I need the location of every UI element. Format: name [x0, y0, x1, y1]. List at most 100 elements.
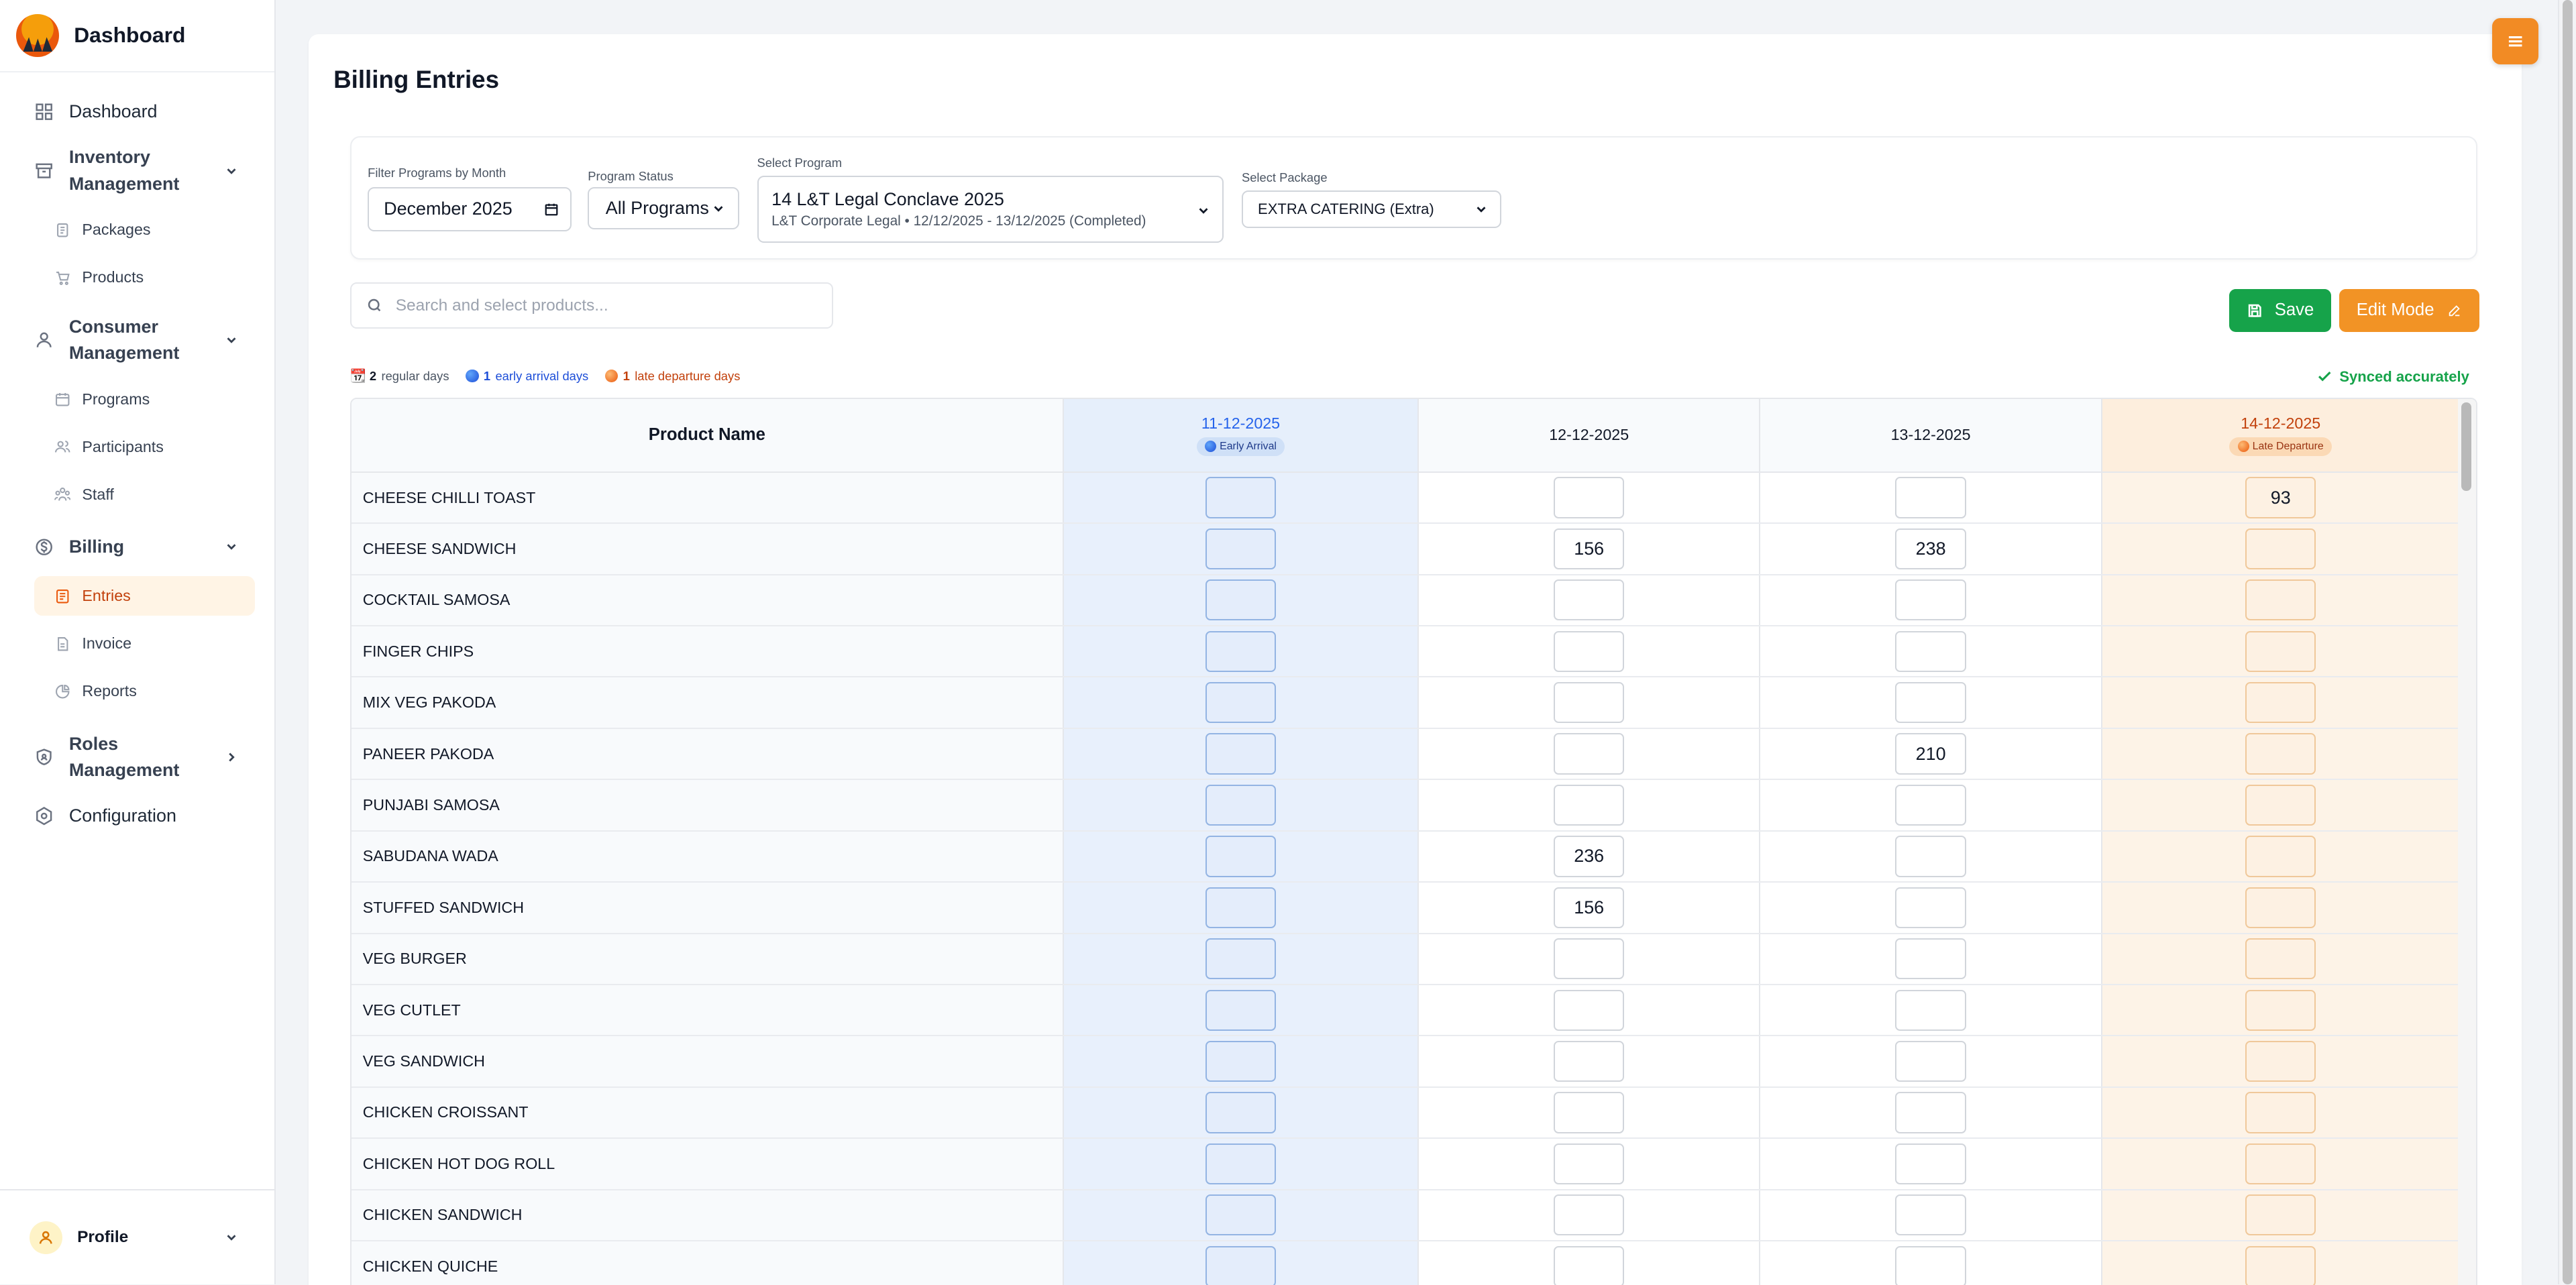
- quantity-input[interactable]: [1554, 630, 1625, 672]
- quantity-input[interactable]: [1895, 477, 1966, 518]
- menu-button[interactable]: [2492, 17, 2538, 64]
- quantity-input[interactable]: [1895, 630, 1966, 672]
- quantity-input[interactable]: [1205, 682, 1277, 724]
- quantity-input[interactable]: [2245, 682, 2316, 724]
- calendar-icon[interactable]: [544, 202, 559, 217]
- quantity-input[interactable]: [1205, 1092, 1277, 1133]
- quantity-input[interactable]: [1205, 1040, 1277, 1082]
- quantity-input[interactable]: [1895, 1092, 1966, 1133]
- quantity-input[interactable]: [1205, 579, 1277, 621]
- quantity-input[interactable]: [1895, 1194, 1966, 1236]
- sidebar-item-staff[interactable]: Staff: [34, 475, 255, 514]
- quantity-input[interactable]: 156: [1554, 887, 1625, 928]
- month-filter-input[interactable]: December 2025: [368, 186, 572, 231]
- sidebar-group-roles[interactable]: Roles Management: [0, 731, 274, 783]
- quantity-input[interactable]: [1554, 938, 1625, 980]
- quantity-input[interactable]: [2245, 1040, 2316, 1082]
- quantity-input[interactable]: [1205, 630, 1277, 672]
- table-row: VEG CUTLET: [351, 985, 2477, 1037]
- quantity-input[interactable]: [2245, 1245, 2316, 1285]
- sidebar-group-consumer[interactable]: Consumer Management: [0, 314, 274, 366]
- product-name: CHICKEN QUICHE: [351, 1241, 1063, 1285]
- package-select[interactable]: EXTRA CATERING (Extra): [1241, 190, 1501, 228]
- quantity-input[interactable]: [1554, 733, 1625, 775]
- quantity-input[interactable]: [1895, 836, 1966, 877]
- quantity-input[interactable]: [1895, 1245, 1966, 1285]
- quantity-input[interactable]: [1554, 1040, 1625, 1082]
- profile-menu[interactable]: Profile: [0, 1189, 275, 1284]
- quantity-input[interactable]: [2245, 733, 2316, 775]
- quantity-input[interactable]: [1205, 887, 1277, 928]
- quantity-input[interactable]: [2245, 887, 2316, 928]
- search-input[interactable]: [395, 296, 806, 315]
- quantity-input[interactable]: [1895, 887, 1966, 928]
- product-search[interactable]: [350, 282, 833, 329]
- sidebar-item-invoice[interactable]: Invoice: [34, 624, 255, 663]
- sidebar-item-entries[interactable]: Entries: [34, 576, 256, 616]
- quantity-input[interactable]: [1554, 682, 1625, 724]
- quantity-input[interactable]: [1205, 528, 1277, 570]
- quantity-input[interactable]: [1205, 733, 1277, 775]
- quantity-input[interactable]: [1895, 1143, 1966, 1184]
- quantity-input[interactable]: [1205, 1143, 1277, 1184]
- quantity-input[interactable]: [2245, 784, 2316, 826]
- table-scrollbar[interactable]: [2458, 398, 2477, 1285]
- quantity-input[interactable]: [1554, 989, 1625, 1031]
- quantity-input[interactable]: [1205, 836, 1277, 877]
- sidebar-item-products[interactable]: Products: [34, 258, 255, 297]
- quantity-input[interactable]: 238: [1895, 528, 1966, 570]
- quantity-input[interactable]: [2245, 579, 2316, 621]
- quantity-input[interactable]: [2245, 528, 2316, 570]
- sidebar-group-billing[interactable]: Billing: [0, 530, 274, 563]
- sidebar-item-configuration[interactable]: Configuration: [0, 797, 274, 836]
- quantity-input[interactable]: [1554, 784, 1625, 826]
- quantity-input[interactable]: [1895, 579, 1966, 621]
- quantity-input[interactable]: [2245, 1143, 2316, 1184]
- quantity-input[interactable]: 93: [2245, 477, 2316, 518]
- status-select[interactable]: All Programs: [588, 186, 739, 230]
- quantity-input[interactable]: [1895, 938, 1966, 980]
- app-title: Dashboard: [74, 23, 186, 48]
- quantity-input[interactable]: [1895, 682, 1966, 724]
- quantity-input[interactable]: [1895, 1040, 1966, 1082]
- quantity-input[interactable]: [1895, 784, 1966, 826]
- quantity-input[interactable]: [1554, 1143, 1625, 1184]
- quantity-input[interactable]: [2245, 1194, 2316, 1236]
- page-scrollbar[interactable]: [2558, 0, 2576, 1285]
- program-select[interactable]: 14 L&T Legal Conclave 2025 L&T Corporate…: [757, 175, 1224, 243]
- sidebar-group-inventory[interactable]: Inventory Management: [0, 144, 274, 197]
- quantity-input[interactable]: 236: [1554, 836, 1625, 877]
- sidebar-item-reports[interactable]: Reports: [34, 671, 255, 711]
- quantity-input[interactable]: [1554, 1245, 1625, 1285]
- quantity-input[interactable]: [1554, 477, 1625, 518]
- quantity-input[interactable]: 156: [1554, 528, 1625, 570]
- sidebar-item-dashboard[interactable]: Dashboard: [0, 92, 274, 131]
- save-button[interactable]: Save: [2229, 289, 2332, 332]
- table-scrollbar-thumb[interactable]: [2461, 402, 2471, 491]
- quantity-input[interactable]: [2245, 938, 2316, 980]
- sidebar-item-participants[interactable]: Participants: [34, 427, 255, 467]
- quantity-input[interactable]: [1205, 938, 1277, 980]
- sidebar-item-programs[interactable]: Programs: [34, 380, 255, 419]
- quantity-input[interactable]: 210: [1895, 733, 1966, 775]
- table-row: MIX VEG PAKODA: [351, 677, 2477, 729]
- quantity-input[interactable]: [1554, 1092, 1625, 1133]
- page-scrollbar-thumb[interactable]: [2562, 0, 2573, 1285]
- quantity-input[interactable]: [1205, 477, 1277, 518]
- quantity-input[interactable]: [1205, 1194, 1277, 1236]
- quantity-input[interactable]: [2245, 1092, 2316, 1133]
- brand[interactable]: Dashboard: [0, 0, 275, 72]
- product-name: FINGER CHIPS: [351, 626, 1063, 677]
- quantity-input[interactable]: [2245, 836, 2316, 877]
- quantity-input[interactable]: [2245, 630, 2316, 672]
- quantity-input[interactable]: [1895, 989, 1966, 1031]
- quantity-input[interactable]: [1554, 579, 1625, 621]
- quantity-input[interactable]: [1205, 784, 1277, 826]
- sidebar-item-packages[interactable]: Packages: [34, 210, 255, 249]
- quantity-input[interactable]: [1205, 1245, 1277, 1285]
- quantity-input[interactable]: [2245, 989, 2316, 1031]
- quantity-input[interactable]: [1554, 1194, 1625, 1236]
- product-name: CHICKEN SANDWICH: [351, 1190, 1063, 1240]
- quantity-input[interactable]: [1205, 989, 1277, 1031]
- edit-mode-button[interactable]: Edit Mode: [2339, 289, 2479, 332]
